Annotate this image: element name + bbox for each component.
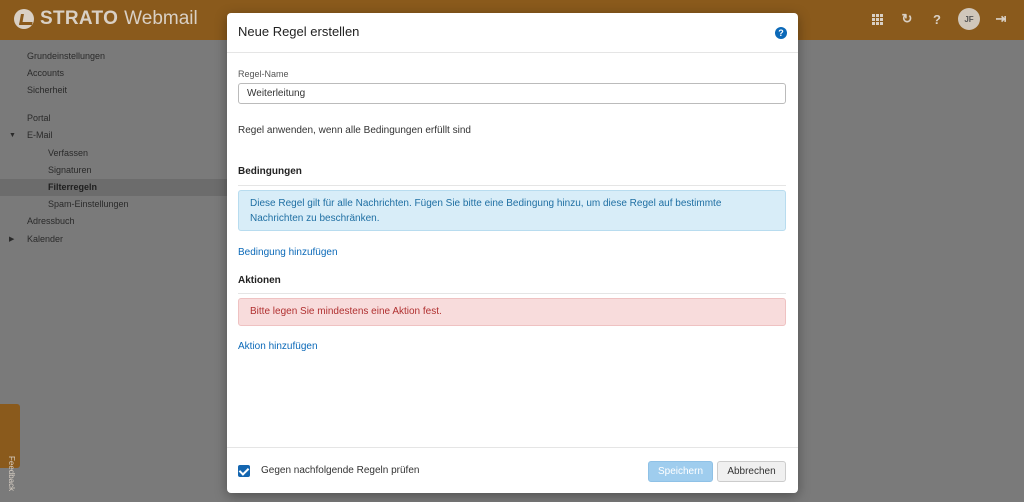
- help-icon[interactable]: ?: [775, 27, 787, 39]
- rule-name-input[interactable]: [238, 83, 786, 104]
- sidebar-item-accounts[interactable]: Accounts: [0, 65, 228, 82]
- caret-right-icon[interactable]: ▶: [9, 231, 14, 248]
- help-icon[interactable]: ?: [928, 10, 946, 28]
- refresh-icon[interactable]: ↻: [898, 10, 916, 28]
- sidebar-item-adressbuch[interactable]: Adressbuch: [0, 213, 228, 230]
- divider: [238, 293, 786, 294]
- check-subsequent-rules-label[interactable]: Gegen nachfolgende Regeln prüfen: [261, 465, 419, 476]
- apps-grid-icon[interactable]: [868, 10, 886, 28]
- sidebar-item-sicherheit[interactable]: Sicherheit: [0, 82, 228, 99]
- strato-logo-icon: [14, 9, 34, 29]
- actions-heading: Aktionen: [238, 275, 281, 286]
- divider: [238, 185, 786, 186]
- actions-error-alert: Bitte legen Sie mindestens eine Aktion f…: [238, 298, 786, 326]
- feedback-label: Feedback: [7, 456, 16, 492]
- caret-down-icon[interactable]: ▼: [9, 127, 16, 144]
- sidebar-item-label: Kalender: [27, 234, 64, 244]
- sidebar-item-signaturen[interactable]: Signaturen: [0, 162, 228, 179]
- sidebar-item-label: E-Mail: [27, 130, 53, 140]
- settings-sidebar: Grundeinstellungen Accounts Sicherheit P…: [0, 40, 228, 502]
- dialog-title: Neue Regel erstellen: [238, 24, 360, 39]
- strato-logo[interactable]: STRATO Webmail: [14, 8, 198, 30]
- user-avatar[interactable]: JF: [958, 8, 980, 30]
- product-name: Webmail: [124, 8, 198, 29]
- add-condition-link[interactable]: Bedingung hinzufügen: [238, 247, 338, 258]
- brand-name: STRATO: [40, 8, 119, 29]
- sidebar-item-verfassen[interactable]: Verfassen: [0, 145, 228, 162]
- cancel-button[interactable]: Abbrechen: [717, 461, 786, 482]
- dialog-footer: Gegen nachfolgende Regeln prüfen Speiche…: [227, 447, 798, 493]
- sidebar-item-portal[interactable]: Portal: [0, 110, 228, 127]
- sidebar-item-spam-einstellungen[interactable]: Spam-Einstellungen: [0, 196, 228, 213]
- header-actions: ↻ ? JF ⇥: [868, 8, 1010, 30]
- sidebar-item-filterregeln[interactable]: Filterregeln: [0, 179, 228, 196]
- sidebar-item-grundeinstellungen[interactable]: Grundeinstellungen: [0, 48, 228, 65]
- logout-icon[interactable]: ⇥: [992, 10, 1010, 28]
- sidebar-item-kalender[interactable]: ▶ Kalender: [0, 231, 228, 248]
- apply-condition-text: Regel anwenden, wenn alle Bedingungen er…: [238, 125, 471, 136]
- conditions-info-alert: Diese Regel gilt für alle Nachrichten. F…: [238, 190, 786, 231]
- dialog-header: Neue Regel erstellen ?: [227, 13, 798, 53]
- conditions-heading: Bedingungen: [238, 166, 302, 177]
- save-button[interactable]: Speichern: [648, 461, 713, 482]
- add-action-link[interactable]: Aktion hinzufügen: [238, 341, 318, 352]
- new-rule-dialog: Neue Regel erstellen ? Regel-Name Regel …: [227, 13, 798, 493]
- feedback-tab[interactable]: Feedback: [0, 404, 20, 491]
- sidebar-item-email[interactable]: ▼ E-Mail: [0, 127, 228, 144]
- check-subsequent-rules-checkbox[interactable]: [238, 465, 250, 477]
- rule-name-label: Regel-Name: [238, 69, 289, 79]
